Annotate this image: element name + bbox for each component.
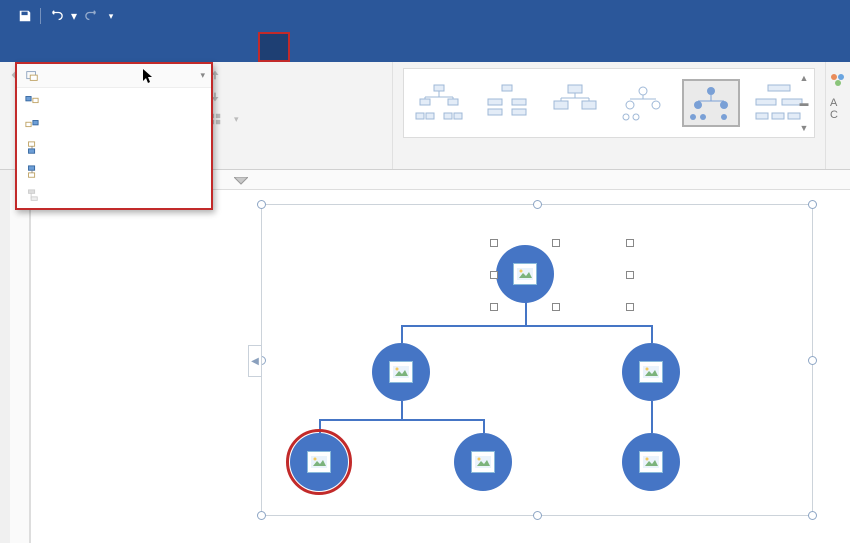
picture-placeholder-icon[interactable] [639,451,663,473]
undo-dropdown[interactable]: ▾ [69,5,79,27]
layout-option-1[interactable] [410,79,468,127]
layout-option-5-selected[interactable] [682,79,740,127]
ribbon-tabs [0,32,850,62]
add-assistant [17,184,211,208]
picture-placeholder-icon[interactable] [307,451,331,473]
move-up-button[interactable] [208,64,368,86]
layouts-gallery[interactable]: ▲▬▼ [403,68,815,138]
add-shape-above[interactable] [17,136,211,160]
tab-review[interactable] [202,32,230,62]
picture-placeholder-icon[interactable] [389,361,413,383]
diagram-node-l3c[interactable] [622,433,690,491]
smartart-canvas[interactable]: ◀ [261,204,813,516]
layout-option-4[interactable] [614,79,672,127]
diagram-node-root[interactable] [496,245,564,303]
title-bar: ▾ ▾ [0,0,850,32]
add-shape-before[interactable] [17,112,211,136]
tab-home[interactable] [34,32,62,62]
undo-button[interactable] [45,5,67,27]
add-shape-after[interactable] [17,88,211,112]
picture-placeholder-icon[interactable] [471,451,495,473]
document-area[interactable]: ◀ [30,190,850,543]
tab-file[interactable] [6,32,34,62]
tab-mailings[interactable] [174,32,202,62]
cursor-icon [143,69,155,88]
quick-access-toolbar: ▾ ▾ [0,5,117,27]
layout-option-3[interactable] [546,79,604,127]
diagram-node-l2b[interactable] [622,343,690,401]
add-shape-button[interactable]: ▾ [17,64,211,88]
layout-option-2[interactable] [478,79,536,127]
save-button[interactable] [14,5,36,27]
picture-placeholder-icon[interactable] [513,263,537,285]
add-shape-icon [25,69,39,83]
layouts-group-label [403,138,815,144]
tab-view[interactable] [230,32,258,62]
tab-references[interactable] [146,32,174,62]
tab-smartart-format[interactable] [290,32,318,62]
tab-design[interactable] [90,32,118,62]
tab-insert[interactable] [62,32,90,62]
diagram-node-l3b[interactable] [454,433,522,491]
tab-layout[interactable] [118,32,146,62]
picture-placeholder-icon[interactable] [639,361,663,383]
org-chart-diagram [262,205,812,515]
ruler-vertical [10,190,30,543]
add-shape-below[interactable] [17,160,211,184]
layout-dropdown-button[interactable]: ▾ [208,108,368,130]
add-shape-dropdown: ▾ [15,62,213,210]
move-down-button[interactable] [208,86,368,108]
diagram-node-l3a[interactable] [290,433,358,491]
layouts-gallery-more[interactable]: ▲▬▼ [796,73,812,133]
tab-smartart-design[interactable] [258,32,290,62]
redo-button[interactable] [81,5,103,27]
text-pane-toggle[interactable]: ◀ [248,345,262,377]
indent-marker-icon[interactable] [234,176,248,190]
change-colors-icon[interactable] [830,72,846,88]
qat-customize-dropdown[interactable]: ▾ [105,5,117,27]
diagram-node-l2a[interactable] [372,343,440,401]
